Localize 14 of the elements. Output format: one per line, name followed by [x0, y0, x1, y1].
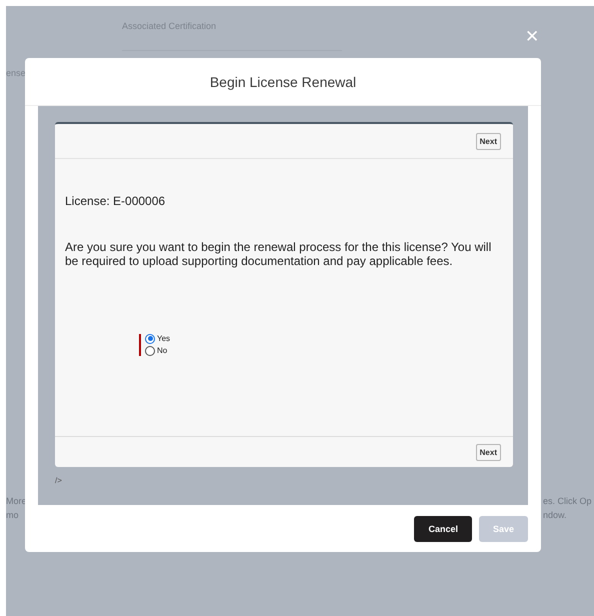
radio-option[interactable]: Yes	[145, 334, 170, 344]
question-text: Are you sure you want to begin the renewal process for the this license? You will be required to upload supporting documentation and pay applicable fees.	[65, 241, 492, 269]
cancel-button[interactable]: Cancel	[414, 516, 472, 542]
modal-title: Begin License Renewal	[210, 74, 356, 90]
help-text: es. Click Op	[543, 496, 592, 506]
next-button[interactable]: Next	[476, 444, 501, 460]
next-button[interactable]: Next	[476, 132, 501, 150]
markup-text: />	[55, 476, 62, 485]
license-text: License: E-000006	[65, 194, 166, 208]
help-text: ndow.	[543, 510, 568, 520]
radio-button[interactable]	[145, 346, 155, 356]
radio-button[interactable]	[145, 334, 155, 344]
help-text: mo	[6, 510, 20, 520]
radio-option[interactable]: No	[145, 346, 170, 356]
